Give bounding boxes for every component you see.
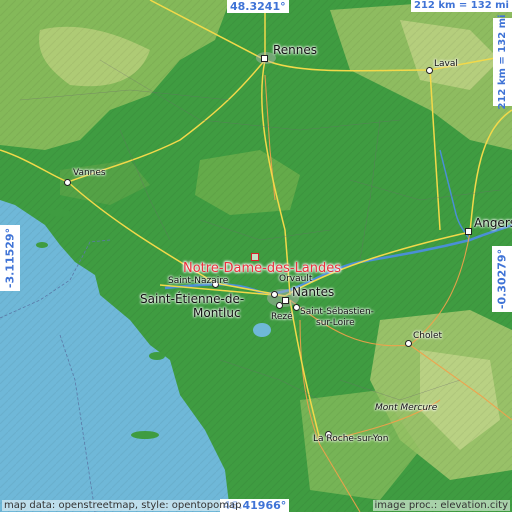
map-view[interactable]: 48.3241° 46.41966° -3.11529° -0.30279° 2… [0,0,512,512]
left-longitude-text: -3.11529° [3,227,17,289]
location-marker-label: Notre-Dame-des-Landes [183,261,342,276]
city-label-laval: Laval [434,59,458,69]
city-label-saint-sebastien-line2: sur-Loire [316,318,355,328]
city-label-saint-etienne-line2: Montluc [193,306,241,320]
city-label-saint-sebastien-line1: Saint-Sébastien- [300,307,374,317]
city-marker-laval [426,67,433,74]
city-marker-saint-sebastien [293,304,300,311]
city-label-reze: Rezé [271,312,293,322]
city-marker-cholet [405,340,412,347]
scale-bar-right-text: 212 km = 132 mi [496,14,508,110]
scale-bar-right: 212 km = 132 mi [493,15,512,109]
peak-label-mont-mercure: Mont Mercure [375,403,438,413]
city-label-nantes: Nantes [292,285,335,299]
city-label-vannes: Vannes [73,168,106,178]
city-label-angers: Angers [474,216,512,230]
city-marker-rennes [261,55,268,62]
right-longitude-label: -0.30279° [492,246,512,312]
city-marker-saint-etienne [271,291,278,298]
city-marker-vannes [64,179,71,186]
top-latitude-label: 48.3241° [227,0,289,13]
scale-bar-top: 212 km = 132 mi [411,0,512,12]
city-label-saint-etienne-line1: Saint-Étienne-de- [140,292,245,306]
city-label-cholet: Cholet [413,331,443,341]
right-longitude-text: -0.30279° [495,248,509,310]
city-label-la-roche: La Roche-sur-Yon [313,434,389,444]
city-marker-nantes [282,297,289,304]
city-label-saint-nazaire: Saint-Nazaire [168,276,229,286]
grand-lieu-lake [253,323,271,337]
city-marker-reze [276,302,283,309]
city-label-orvault: Orvault [279,274,313,284]
city-marker-angers [465,228,472,235]
attribution-left: map data: openstreetmap, style: opentopo… [2,500,244,511]
city-label-rennes: Rennes [273,43,318,57]
attribution-right: image proc.: elevation.city [372,500,510,511]
location-marker[interactable] [251,253,259,261]
left-longitude-label: -3.11529° [0,225,20,291]
